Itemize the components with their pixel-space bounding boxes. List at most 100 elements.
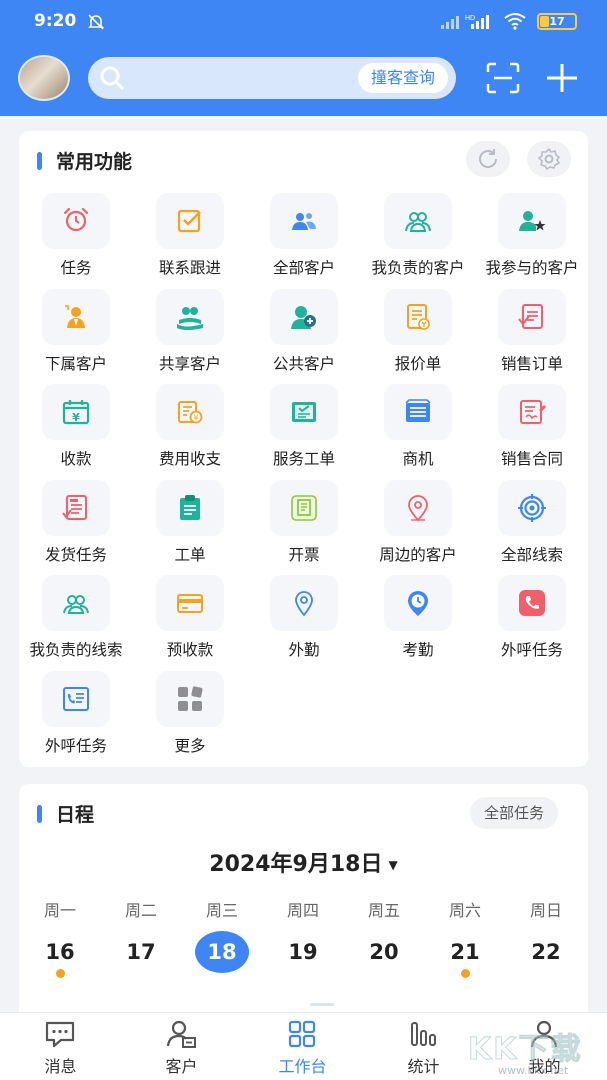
function-item[interactable]: 我负责的客户 (361, 189, 475, 279)
users-outline-icon (405, 212, 431, 232)
selected-day[interactable]: 18 (195, 931, 249, 973)
nav-workbench[interactable]: 工作台 (242, 1013, 363, 1080)
function-icon-box (498, 288, 566, 345)
settings-button[interactable] (527, 141, 571, 177)
function-item[interactable]: 下属客户 (19, 285, 133, 375)
function-item[interactable]: 任务 (19, 189, 133, 279)
function-item[interactable]: 外勤 (247, 571, 361, 661)
search-bar[interactable]: 撞客查询 (88, 57, 456, 99)
function-label: 下属客户 (44, 354, 107, 373)
function-item[interactable]: 联系跟进 (133, 189, 247, 279)
calendar-day[interactable]: 22 (518, 931, 574, 973)
nav-customers[interactable]: 客户 (121, 1013, 242, 1080)
quote-doc-icon (407, 303, 430, 330)
wifi-icon (504, 13, 526, 30)
function-label: 外勤 (288, 641, 320, 659)
function-item[interactable]: 我参与的客户 (475, 189, 589, 279)
nav-messages[interactable]: 消息 (0, 1013, 121, 1080)
section-title: 日程 (56, 804, 95, 826)
share-hand-icon (177, 306, 203, 330)
function-item[interactable]: 开票 (247, 476, 361, 566)
calendar-day[interactable]: 20 (356, 931, 412, 973)
common-functions-card: 常用功能 任务 联系跟进 全部客户 我负责的客户 我参与的客户下属客户 共享客户 公共客户 报… (19, 131, 588, 767)
function-item[interactable]: 考勤 (361, 571, 475, 661)
function-label: 我参与的客户 (485, 259, 579, 277)
function-icon-box (498, 193, 566, 249)
function-item[interactable]: 销售订单 (475, 285, 589, 375)
weekday-label: 周四 (286, 901, 319, 920)
weekday-label: 周六 (448, 901, 481, 920)
service-ticket-icon (292, 402, 316, 422)
function-item[interactable]: 公共客户 (247, 285, 361, 375)
function-icon-box (156, 288, 224, 345)
calendar-day[interactable]: 17 (113, 931, 169, 973)
function-item[interactable]: 外呼任务 (19, 667, 133, 757)
users-icon (292, 213, 316, 230)
function-item[interactable]: 周边的客户 (361, 476, 475, 566)
function-item[interactable]: 共享客户 (133, 285, 247, 375)
function-item[interactable]: ¥ 收款 (19, 380, 133, 470)
customer-check-button[interactable]: 撞客查询 (357, 63, 448, 93)
refresh-button[interactable] (466, 141, 510, 177)
function-label: 全部线索 (500, 545, 563, 564)
function-icon-box (156, 575, 224, 631)
function-label: 销售合同 (500, 450, 563, 468)
function-label: 商机 (402, 450, 434, 468)
user-star-icon (519, 211, 546, 231)
signal-icon: HD (441, 15, 489, 29)
function-label: 服务工单 (272, 450, 335, 468)
weekday-label: 周日 (529, 901, 562, 920)
function-item[interactable]: 全部线索 (475, 476, 589, 566)
function-item[interactable]: 发货任务 (19, 476, 133, 566)
map-pin-icon (295, 591, 313, 617)
function-label: 销售订单 (500, 354, 563, 373)
function-item[interactable]: 工单 (133, 476, 247, 566)
location-pin-icon (408, 494, 428, 521)
drag-handle[interactable] (310, 1003, 334, 1006)
function-icon-box (156, 670, 224, 727)
function-label: 任务 (60, 259, 92, 277)
calendar-day[interactable]: 21 (437, 931, 493, 973)
calendar-day[interactable]: 16 (32, 931, 88, 973)
calendar-day[interactable]: 19 (275, 931, 331, 973)
function-icon-box (384, 288, 452, 345)
section-title: 常用功能 (56, 151, 133, 173)
event-dot (55, 969, 65, 978)
status-bar: 9:20 HD 17 (0, 0, 607, 44)
function-item[interactable]: 服务工单 (247, 380, 361, 470)
plus-icon[interactable] (545, 62, 579, 94)
caret-down-icon: ▼ (388, 858, 398, 872)
status-icons: HD 17 (441, 12, 577, 30)
function-icon-box (42, 575, 110, 631)
current-date: 2024年9月18日 (209, 852, 383, 877)
function-item[interactable]: ¥ 费用收支 (133, 380, 247, 470)
search-icon (100, 66, 124, 90)
weekday-label: 周三 (205, 901, 238, 920)
function-icon-box (156, 479, 224, 536)
scan-icon[interactable] (486, 62, 520, 94)
weekday-label: 周五 (367, 901, 400, 920)
avatar[interactable] (18, 55, 70, 101)
function-item[interactable]: 外呼任务 (475, 571, 589, 661)
refresh-icon (479, 149, 498, 168)
function-item[interactable]: 预收款 (133, 571, 247, 661)
function-icon-box (270, 479, 338, 536)
function-icon-box: ¥ (156, 384, 224, 440)
nav-stats[interactable]: 统计 (363, 1013, 484, 1080)
function-item[interactable]: 商机 (361, 380, 475, 470)
all-tasks-button[interactable]: 全部任务 (470, 797, 559, 829)
function-item[interactable]: 销售合同 (475, 380, 589, 470)
function-item[interactable]: 我负责的线索 (19, 571, 133, 661)
function-label: 预收款 (166, 641, 214, 659)
function-label: 费用收支 (158, 450, 221, 468)
section-accent (37, 151, 42, 170)
function-icon-box: ¥ (42, 384, 110, 440)
function-item[interactable]: 更多 (133, 667, 247, 757)
month-selector[interactable]: 2024年9月18日 ▼ (19, 846, 588, 878)
watermark-url: www.kkx.net (498, 1064, 569, 1077)
svg-text:¥: ¥ (72, 411, 80, 424)
function-item[interactable]: 报价单 (361, 285, 475, 375)
common-functions-header: 常用功能 (37, 147, 132, 174)
function-item[interactable]: 全部客户 (247, 189, 361, 279)
nav-label: 工作台 (278, 1057, 327, 1076)
